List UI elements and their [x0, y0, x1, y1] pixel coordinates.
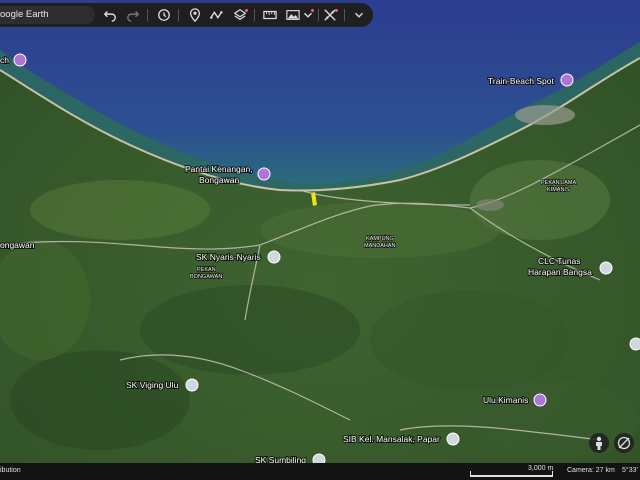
undo-icon[interactable]: [102, 7, 118, 23]
toolbar-divider: [147, 9, 148, 21]
compass-icon: [617, 436, 631, 450]
pegman-icon: [596, 436, 602, 450]
image-overlay-icon[interactable]: [285, 7, 301, 23]
area-label-pekan-bongawan: PEKAN: [197, 267, 216, 273]
toolbar-divider: [178, 9, 179, 21]
place-ulu-kimanis[interactable]: Ulu Kimanis: [482, 393, 547, 407]
search-box[interactable]: oogle Earth: [0, 6, 95, 24]
camera-icon: [560, 73, 574, 87]
compass-button[interactable]: [614, 433, 634, 453]
place-label: Bongawan: [199, 175, 239, 185]
place-label: Train-Beach Spot: [488, 76, 554, 86]
area-label-pekan-lama: KIMANIS: [547, 187, 570, 193]
place-label: CLC Tunas: [538, 256, 581, 266]
school-icon: [185, 378, 199, 392]
toolbar-divider: [344, 9, 345, 21]
camera-icon: [533, 393, 547, 407]
placemark-icon[interactable]: [187, 7, 203, 23]
place-label: SIB Kel. Mansalak, Papar: [343, 434, 440, 444]
coordinates: 5°33': [622, 467, 638, 474]
status-bar: ibution 3,000 m Camera: 27 km 5°33': [0, 463, 640, 480]
area-label-kampung: KAMPUNG: [366, 236, 394, 242]
place-label: SK Nyaris-Nyaris: [196, 252, 261, 262]
street-view-button[interactable]: [589, 433, 609, 453]
area-label-pekan-bongawan: BONGAWAN: [190, 274, 222, 280]
notification-dot: [245, 9, 248, 12]
path-icon[interactable]: [209, 7, 225, 23]
place-label: Harapan Bangsa: [528, 267, 592, 277]
search-text: oogle Earth: [0, 9, 49, 20]
place-label: Ulu Kimanis: [483, 395, 528, 405]
camera-icon: [257, 167, 271, 181]
camera-icon: [13, 53, 27, 67]
notification-dot: [335, 9, 338, 12]
expand-icon[interactable]: [351, 7, 367, 23]
toolbar-divider: [254, 9, 255, 21]
redo-icon[interactable]: [125, 7, 141, 23]
history-icon[interactable]: [156, 7, 172, 23]
satellite-map[interactable]: ch Train-Beach Spot Pantai Kenangan, Bon…: [0, 0, 640, 480]
school-icon: [599, 261, 613, 275]
scale-label: 3,000 m: [528, 465, 554, 472]
toolbar-divider: [318, 9, 319, 21]
school-icon[interactable]: [629, 337, 640, 351]
place-sk-viging-ulu[interactable]: SK Viging Ulu: [125, 378, 199, 392]
area-label-bongawan: ongawan: [0, 240, 35, 250]
ruler-icon[interactable]: [262, 7, 278, 23]
place-label: Pantai Kenangan,: [185, 164, 253, 174]
toolbar: oogle Earth: [0, 3, 373, 27]
school-icon: [267, 250, 281, 264]
notification-dot: [311, 9, 314, 12]
area-label-pekan-lama: PEKAN LAMA: [541, 180, 576, 186]
place-label: SK Viging Ulu: [126, 380, 179, 390]
attribution-link[interactable]: ibution: [0, 467, 21, 474]
camera-altitude: Camera: 27 km: [567, 467, 615, 474]
area-label-kampung: MANDAHAN: [364, 243, 396, 249]
church-icon: [446, 432, 460, 446]
scale-bar: [470, 475, 553, 477]
place-label: ch: [0, 55, 9, 65]
